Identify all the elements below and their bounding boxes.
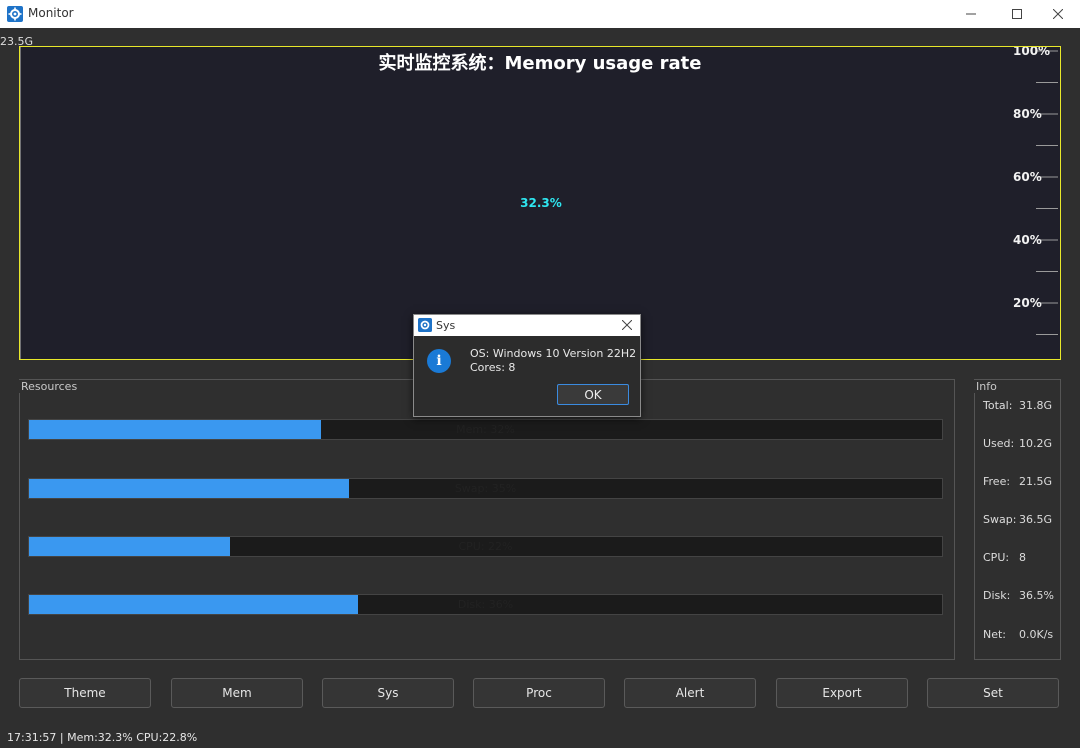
swap-progress-label: Swap: 35% bbox=[454, 482, 517, 495]
window-titlebar: Monitor bbox=[0, 0, 1080, 28]
sys-button[interactable]: Sys bbox=[322, 678, 454, 708]
info-value: 10.2G bbox=[1019, 437, 1053, 450]
info-row-cpu: CPU: 8 bbox=[983, 551, 1026, 564]
resources-title: Resources bbox=[19, 380, 80, 393]
dialog-title: Sys bbox=[436, 319, 456, 332]
sys-info-dialog: Sys i OS: Windows 10 Version 22H2 Cores:… bbox=[413, 314, 641, 417]
info-row-net: Net: 0.0K/s bbox=[983, 628, 1053, 641]
proc-button[interactable]: Proc bbox=[473, 678, 605, 708]
info-row-used: Used: 10.2G bbox=[983, 437, 1052, 450]
alert-button[interactable]: Alert bbox=[624, 678, 756, 708]
dialog-cores-line: Cores: 8 bbox=[470, 361, 516, 374]
mem-button[interactable]: Mem bbox=[171, 678, 303, 708]
ok-button[interactable]: OK bbox=[557, 384, 629, 405]
cpu-progress-label: CPU: 22% bbox=[458, 540, 513, 553]
dialog-titlebar: Sys bbox=[414, 315, 640, 336]
status-bar-text: 17:31:57 | Mem:32.3% CPU:22.8% bbox=[7, 731, 198, 744]
info-key: Free: bbox=[983, 475, 1011, 488]
export-button[interactable]: Export bbox=[776, 678, 908, 708]
disk-progress-bar: Disk: 36% bbox=[28, 594, 943, 615]
info-row-free: Free: 21.5G bbox=[983, 475, 1052, 488]
y-tick-lines bbox=[1036, 50, 1058, 335]
info-row-disk: Disk: 36.5% bbox=[983, 589, 1054, 602]
info-row-total: Total: 31.8G bbox=[983, 399, 1052, 412]
y-tick-label: 60% bbox=[1013, 170, 1042, 184]
cpu-progress-bar: CPU: 22% bbox=[28, 536, 943, 557]
mem-progress-bar: Mem: 32% bbox=[28, 419, 943, 440]
gear-icon bbox=[418, 318, 432, 332]
y-tick-label: 100% bbox=[1013, 46, 1051, 58]
info-value: 36.5G bbox=[1019, 513, 1053, 526]
dialog-os-line: OS: Windows 10 Version 22H2 bbox=[470, 347, 637, 360]
minimize-button[interactable] bbox=[948, 0, 994, 28]
disk-progress-label: Disk: 36% bbox=[457, 598, 514, 611]
info-value: 31.8G bbox=[1019, 399, 1053, 412]
mem-progress-label: Mem: 32% bbox=[456, 423, 515, 436]
info-value: 8 bbox=[1019, 551, 1026, 564]
memory-wave-chart: 实时监控系统：Memory usage rate 32.3% 100% 80% … bbox=[19, 46, 1061, 360]
info-value: 36.5% bbox=[1019, 589, 1054, 602]
swap-progress-bar: Swap: 35% bbox=[28, 478, 943, 499]
info-value: 0.0K/s bbox=[1019, 628, 1054, 641]
close-button[interactable] bbox=[1035, 0, 1080, 28]
info-key: Net: bbox=[983, 628, 1007, 641]
info-key: Total: bbox=[983, 399, 1013, 412]
info-key: Swap: bbox=[983, 513, 1017, 526]
info-key: CPU: bbox=[983, 551, 1010, 564]
chart-title: 实时监控系统：Memory usage rate bbox=[378, 53, 702, 74]
dialog-close-button[interactable] bbox=[617, 316, 637, 334]
theme-button[interactable]: Theme bbox=[19, 678, 151, 708]
maximize-button[interactable] bbox=[994, 0, 1040, 28]
maximize-icon bbox=[1012, 9, 1022, 19]
current-value-label: 32.3% bbox=[520, 196, 562, 210]
info-row-swap: Swap: 36.5G bbox=[983, 513, 1052, 526]
window-title: Monitor bbox=[28, 6, 74, 20]
y-tick-label: 20% bbox=[1013, 296, 1042, 310]
minimize-icon bbox=[966, 13, 976, 15]
y-tick-label: 80% bbox=[1013, 107, 1042, 121]
info-key: Disk: bbox=[983, 589, 1011, 602]
info-icon: i bbox=[427, 349, 451, 373]
set-button[interactable]: Set bbox=[927, 678, 1059, 708]
y-tick-label: 40% bbox=[1013, 233, 1042, 247]
info-value: 21.5G bbox=[1019, 475, 1053, 488]
close-icon bbox=[622, 320, 632, 330]
info-key: Used: bbox=[983, 437, 1015, 450]
close-icon bbox=[1053, 9, 1063, 19]
info-title: Info bbox=[974, 380, 999, 393]
gear-icon bbox=[7, 6, 23, 22]
